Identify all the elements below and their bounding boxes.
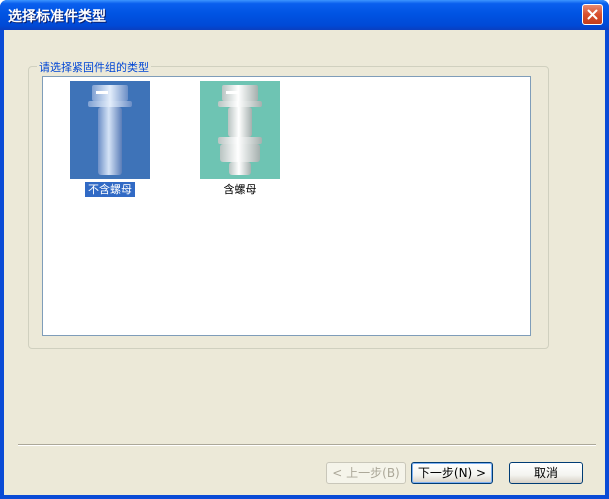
title-bar[interactable]: 选择标准件类型 (0, 0, 609, 30)
cancel-button[interactable]: 取消 (509, 462, 583, 484)
bolt-with-nut-icon (200, 81, 280, 179)
next-button[interactable]: 下一步(N) > (411, 462, 493, 484)
dialog-client-area: 请选择紧固件组的类型 不含螺母 含螺母 < 上一步(B) 下一步(N) > 取消 (4, 30, 605, 495)
back-button[interactable]: < 上一步(B) (326, 462, 406, 484)
close-button[interactable] (582, 4, 603, 25)
window-title: 选择标准件类型 (8, 9, 106, 25)
dialog-window: 选择标准件类型 请选择紧固件组的类型 不含螺母 含螺母 < 上一步(B) 下一步… (0, 0, 609, 499)
list-item-no-nut[interactable]: 不含螺母 (65, 81, 155, 201)
item-label: 含螺母 (223, 183, 257, 196)
group-label: 请选择紧固件组的类型 (37, 59, 151, 75)
bolt-without-nut-icon (70, 81, 150, 179)
fastener-type-list[interactable]: 不含螺母 含螺母 (42, 76, 531, 336)
item-label: 不含螺母 (84, 181, 136, 198)
close-icon (587, 9, 598, 20)
list-item-with-nut[interactable]: 含螺母 (195, 81, 285, 201)
button-separator (18, 444, 596, 446)
